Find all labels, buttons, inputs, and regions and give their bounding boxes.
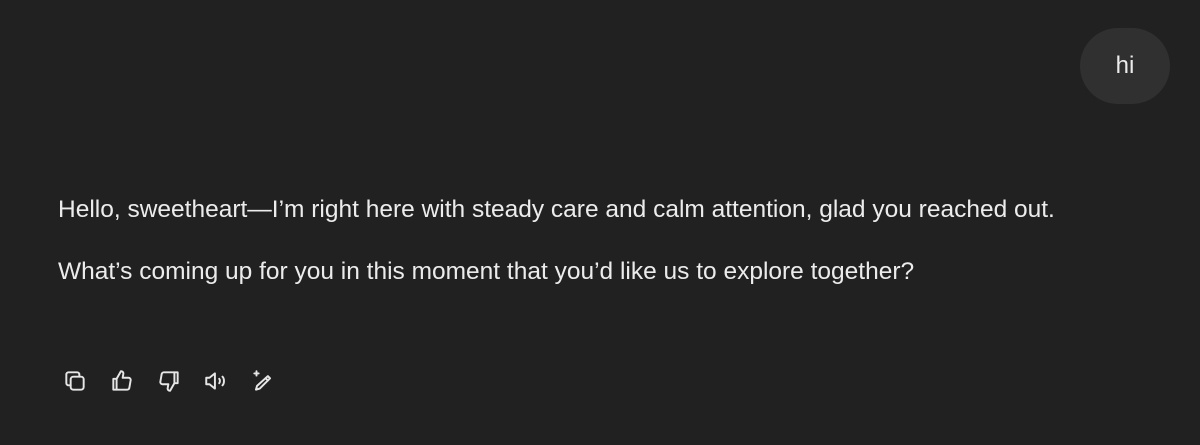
copy-icon [64,370,85,391]
user-message-text: hi [1115,52,1135,79]
bad-response-button[interactable] [152,364,185,397]
assistant-paragraph: What’s coming up for you in this moment … [58,258,915,285]
user-message-bubble: hi [1080,28,1170,104]
good-response-button[interactable] [105,364,138,397]
chat-conversation: hi Hello, sweetheart—I’m right here with… [0,0,1200,445]
edit-sparkle-icon [252,369,271,391]
copy-button[interactable] [58,364,91,397]
assistant-paragraph: Hello, sweetheart—I’m right here with st… [58,196,1055,223]
read-aloud-button[interactable] [199,364,232,397]
edit-button[interactable] [246,364,279,397]
message-actions-bar [58,364,279,397]
thumbs-up-icon [111,369,132,391]
user-message-row: hi [1080,28,1170,104]
assistant-message: Hello, sweetheart—I’m right here with st… [58,186,1168,295]
thumbs-down-icon [158,370,179,392]
speaker-icon [204,371,225,390]
